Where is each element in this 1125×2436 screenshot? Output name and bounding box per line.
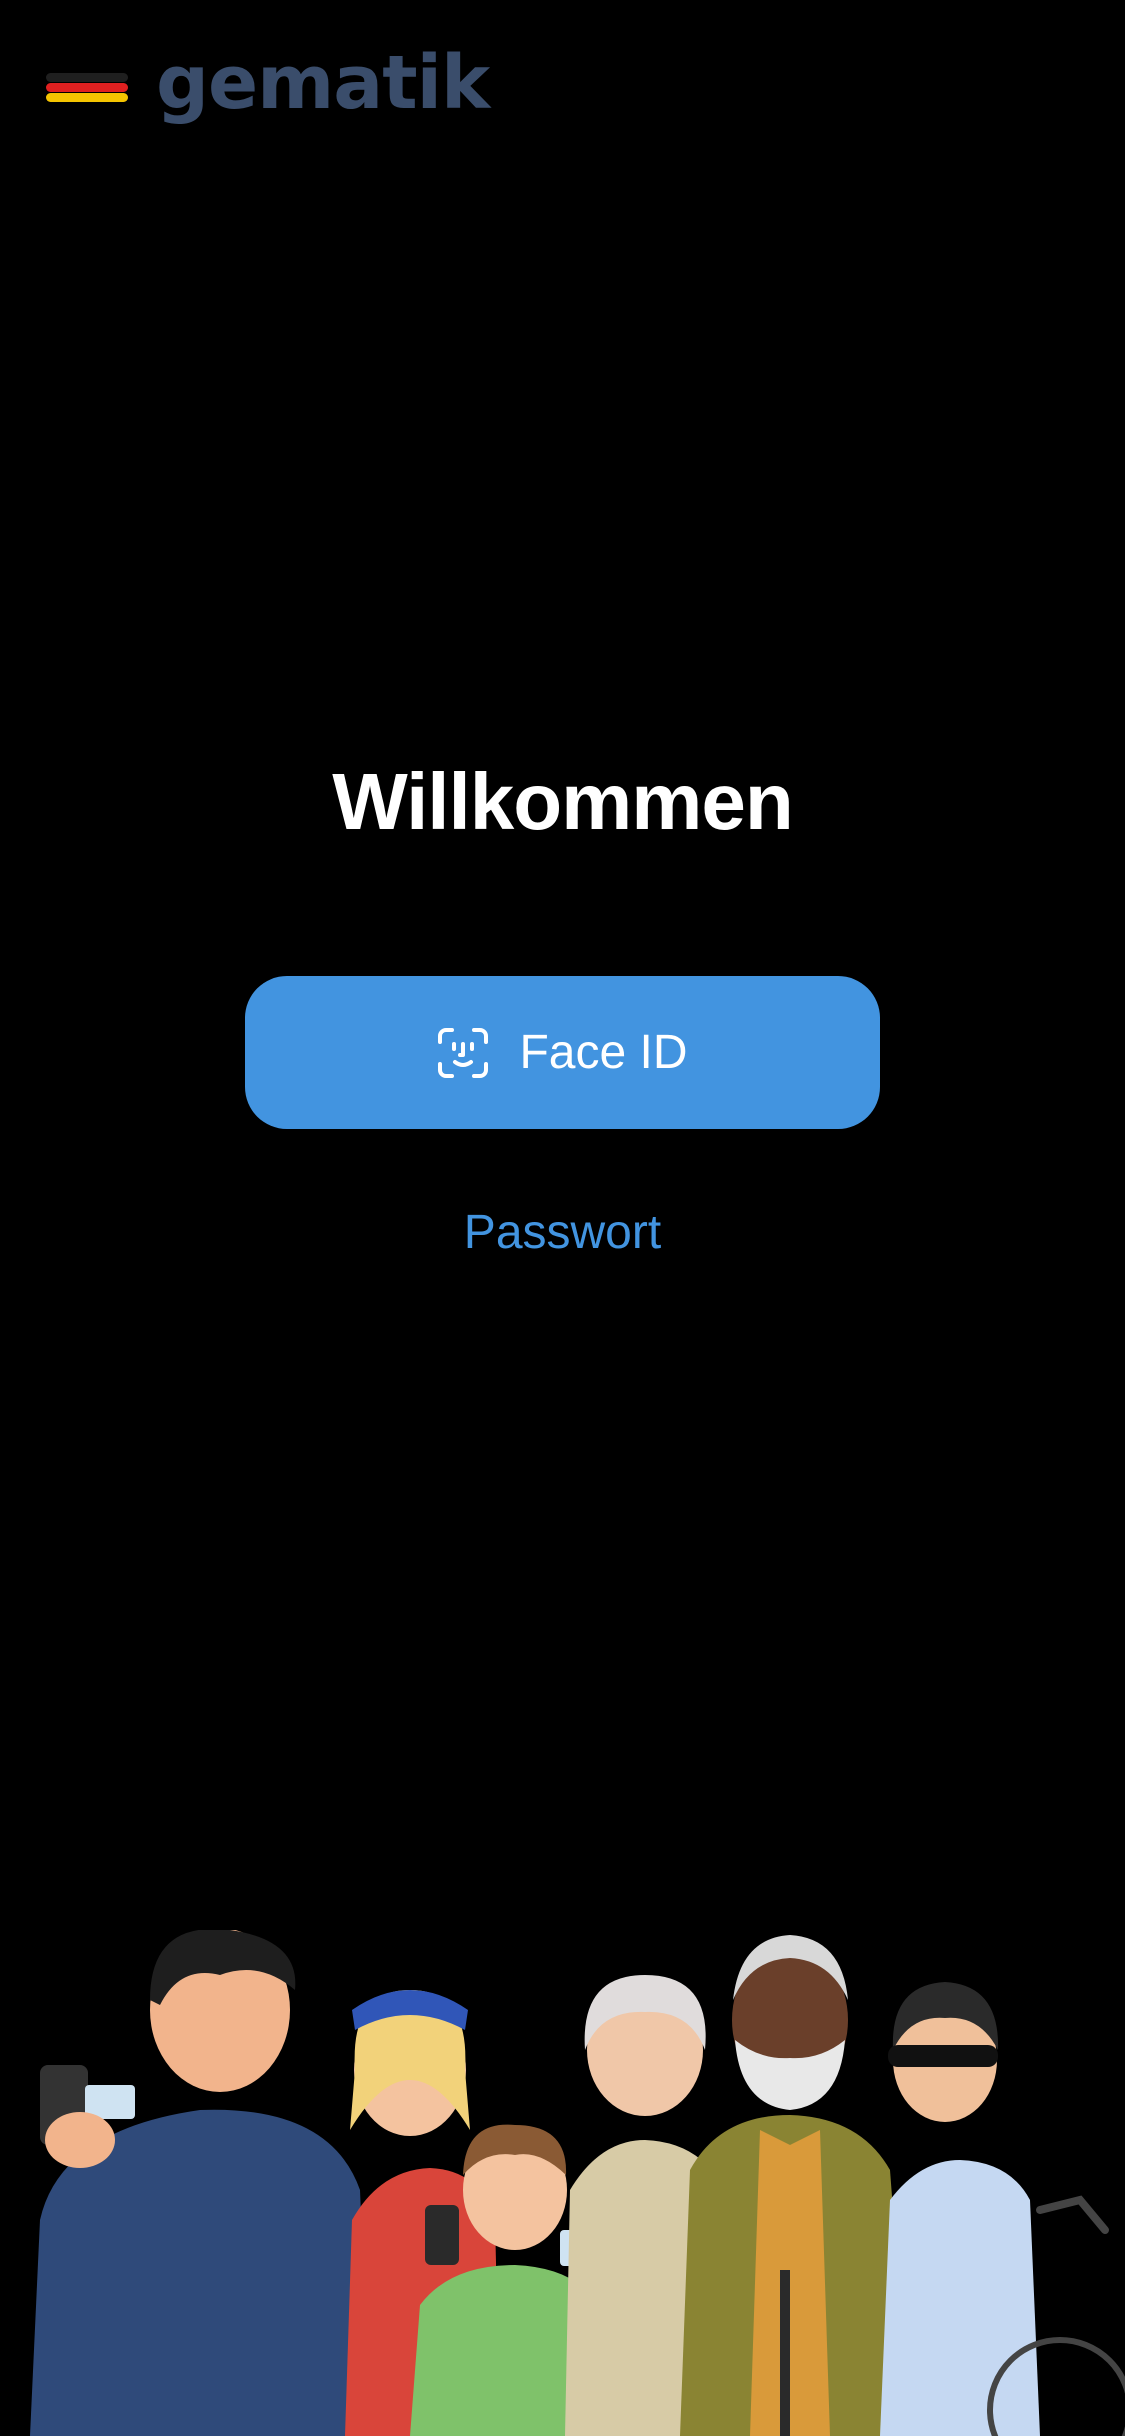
person-man-wheelchair <box>880 1982 1125 2436</box>
welcome-title: Willkommen <box>332 757 793 846</box>
person-older-man-beard <box>680 1935 910 2436</box>
logo-stripes-icon <box>46 73 130 105</box>
logo-wordmark: gematik <box>156 40 490 126</box>
face-id-button[interactable]: Face ID <box>245 976 880 1129</box>
face-id-label: Face ID <box>519 1026 688 1079</box>
face-id-icon <box>438 1027 489 1078</box>
password-link[interactable]: Passwort <box>0 1204 1125 1262</box>
person-man-blue-sweater <box>30 1930 370 2436</box>
gematik-logo: gematik <box>46 38 490 128</box>
people-illustration <box>30 1930 1125 2436</box>
